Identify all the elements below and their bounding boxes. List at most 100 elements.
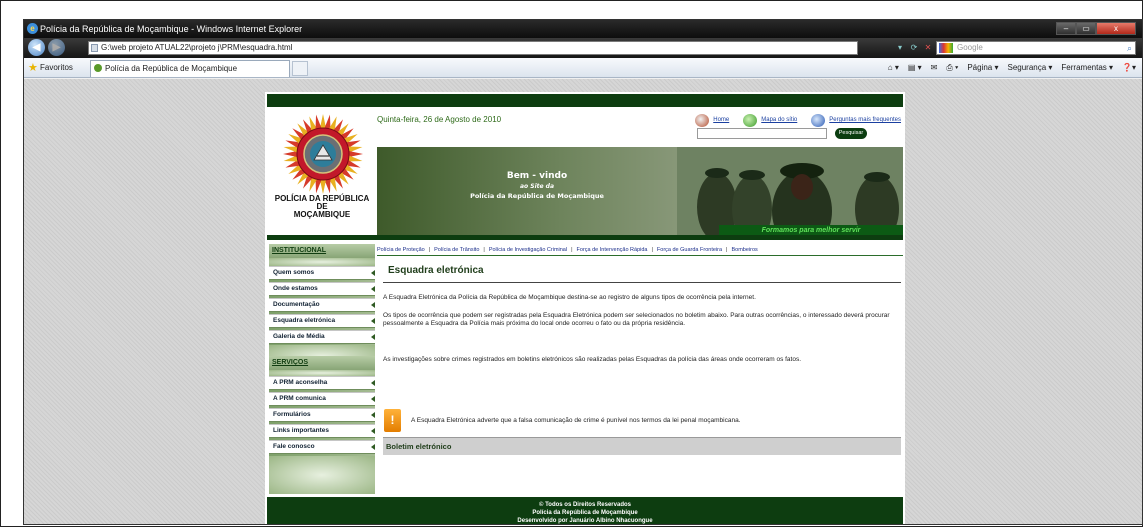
top-links: Home Mapa do sítio Perguntas mais freque…	[695, 113, 901, 127]
page-title: Esquadra eletrónica	[388, 265, 484, 276]
sidebar-item-onde-estamos[interactable]: Onde estamos	[269, 282, 375, 296]
stop-icon[interactable]: ✕	[922, 41, 934, 55]
favorites-button[interactable]: ★ Favoritos	[28, 61, 73, 75]
back-button[interactable]: ◀	[28, 39, 45, 56]
favorites-bar: ★ Favoritos Polícia da República de Moça…	[24, 58, 1142, 78]
home-link-label: Home	[713, 117, 730, 123]
main-content: Esquadra eletrónica A Esquadra Eletrónic…	[383, 262, 901, 492]
house-icon	[695, 113, 710, 127]
occurrence-paragraph: Os tipos de ocorrência que podem ser reg…	[383, 312, 890, 327]
page-icon	[91, 44, 98, 52]
window-titlebar: e Polícia da República de Moçambique - W…	[24, 20, 1142, 38]
footer-copyright: © Todos os Direitos Reservados	[538, 502, 631, 508]
mail-icon[interactable]: ✉	[931, 61, 938, 75]
nav-separator: |	[726, 247, 728, 253]
warning-icon: !	[384, 409, 401, 432]
warning-box: ! A Esquadra Eletrónica adverte que a fa…	[383, 409, 901, 433]
help-icon[interactable]: ❓▾	[1122, 61, 1136, 75]
dropdown-icon[interactable]: ▾	[894, 41, 906, 55]
top-strip	[267, 94, 903, 107]
faq-icon	[811, 113, 826, 127]
site-favicon	[94, 64, 102, 72]
close-button[interactable]: x	[1096, 22, 1136, 35]
footer-developer: Desenvolvido por Januário Albino Nhacuon…	[517, 518, 653, 524]
forward-button[interactable]: ▶	[48, 39, 65, 56]
prm-emblem-logo	[283, 114, 363, 194]
boletim-header[interactable]: Boletim eletrónico	[383, 437, 901, 455]
logo-title-line3: MOÇAMBIQUE	[293, 210, 351, 219]
sidebar-item-links-importantes[interactable]: Links importantes	[269, 424, 375, 438]
maximize-button[interactable]: ▭	[1076, 22, 1096, 35]
sidebar: INSTITUCIONAL Quem somos Onde estamos Do…	[269, 244, 375, 494]
search-button[interactable]: Pesquisar	[835, 128, 867, 139]
emblem-ray	[320, 180, 326, 194]
search-placeholder: Google	[957, 43, 983, 52]
page-footer: © Todos os Direitos Reservados Polícia d…	[267, 497, 903, 524]
page-viewport: POLÍCIA DA REPÚBLICA DE MOÇAMBIQUE Quint…	[24, 79, 1142, 524]
security-menu[interactable]: Segurança ▾	[1007, 61, 1052, 75]
sidebar-item-formularios[interactable]: Formulários	[269, 408, 375, 422]
intro-paragraph: A Esquadra Eletrónica da Polícia da Repú…	[383, 294, 756, 301]
sidebar-decoration	[269, 456, 375, 494]
tab-title: Polícia da República de Moçambique	[105, 64, 238, 73]
emblem-ray	[320, 114, 326, 128]
faq-link[interactable]: Perguntas mais frequentes	[811, 113, 901, 127]
nav-separator: |	[483, 247, 485, 253]
menu-strip	[267, 235, 903, 240]
sidebar-item-esquadra-eletronica[interactable]: Esquadra eletrónica	[269, 314, 375, 328]
address-toolbar: ◀ ▶ G:\web projeto ATUAL22\projeto j\PRM…	[24, 38, 1142, 58]
address-controls: ▾ ⟳ ✕	[894, 41, 934, 55]
logo-area: POLÍCIA DA REPÚBLICA DE MOÇAMBIQUE	[269, 110, 375, 234]
browser-tab[interactable]: Polícia da República de Moçambique	[90, 60, 290, 77]
search-box[interactable]: Google ⌕	[936, 41, 1136, 55]
page-menu[interactable]: Página ▾	[967, 61, 998, 75]
sidebar-item-galeria-de-media[interactable]: Galeria de Média	[269, 330, 375, 344]
header-info: Quinta-feira, 26 de Agosto de 2010 Home …	[377, 110, 903, 150]
welcome-text: Bem - vindo ao Site da Polícia da Repúbl…	[437, 171, 637, 200]
sidebar-item-documentacao[interactable]: Documentação	[269, 298, 375, 312]
sidebar-item-prm-aconselha[interactable]: A PRM aconselha	[269, 376, 375, 390]
sidebar-heading-servicos: SERVIÇOS	[269, 356, 375, 370]
nav-separator: |	[428, 247, 431, 253]
welcome-line3: Polícia da República de Moçambique	[470, 192, 604, 200]
refresh-icon[interactable]: ⟳	[908, 41, 920, 55]
sidebar-item-quem-somos[interactable]: Quem somos	[269, 266, 375, 280]
site-search-input[interactable]	[697, 128, 827, 139]
nav-link-guarda-fronteira[interactable]: Força de Guarda Fronteira	[657, 247, 722, 253]
minimize-button[interactable]: –	[1056, 22, 1076, 35]
print-icon[interactable]: ⎙ ▾	[946, 61, 958, 75]
address-bar[interactable]: G:\web projeto ATUAL22\projeto j\PRM\esq…	[88, 41, 858, 55]
home-link[interactable]: Home	[695, 113, 729, 127]
nav-link-bombeiros[interactable]: Bombeiros	[731, 247, 757, 253]
search-icon[interactable]: ⌕	[1127, 42, 1132, 54]
web-page: POLÍCIA DA REPÚBLICA DE MOÇAMBIQUE Quint…	[265, 92, 905, 524]
favorites-label: Favoritos	[40, 63, 73, 72]
top-navigation: Polícia de Proteção | Polícia de Trânsito |…	[377, 244, 903, 256]
logo-title: POLÍCIA DA REPÚBLICA DE MOÇAMBIQUE	[269, 195, 375, 219]
sidebar-item-fale-conosco[interactable]: Fale conosco	[269, 440, 375, 454]
sitemap-link[interactable]: Mapa do sítio	[743, 113, 797, 127]
home-icon[interactable]: ⌂ ▾	[888, 61, 899, 75]
emblem-ray	[349, 151, 363, 157]
welcome-greeting: Bem - vindo	[506, 171, 568, 181]
command-bar: ⌂ ▾ ▤ ▾ ✉ ⎙ ▾ Página ▾ Segurança ▾ Ferra…	[888, 61, 1136, 75]
nav-link-protecao[interactable]: Polícia de Proteção	[377, 247, 425, 253]
nav-link-transito[interactable]: Polícia de Trânsito	[434, 247, 479, 253]
welcome-line2: ao Site da	[519, 183, 554, 190]
current-date: Quinta-feira, 26 de Agosto de 2010	[377, 115, 502, 124]
sitemap-link-label: Mapa do sítio	[761, 117, 798, 123]
title-divider	[383, 282, 901, 283]
sidebar-decoration	[269, 258, 375, 266]
feeds-icon[interactable]: ▤ ▾	[908, 61, 922, 75]
faq-link-label: Perguntas mais frequentes	[829, 117, 901, 123]
nav-link-investigacao[interactable]: Polícia de Investigação Criminal	[489, 247, 567, 253]
tools-menu[interactable]: Ferramentas ▾	[1061, 61, 1113, 75]
sidebar-item-prm-comunica[interactable]: A PRM comunica	[269, 392, 375, 406]
new-tab-button[interactable]	[292, 61, 308, 76]
sidebar-heading-institucional: INSTITUCIONAL	[269, 244, 375, 258]
nav-separator: |	[571, 247, 573, 253]
footer-organization: Polícia da República de Moçambique	[532, 510, 638, 516]
sitemap-icon	[743, 113, 758, 127]
nav-link-intervencao[interactable]: Força de Intervenção Rápida	[577, 247, 648, 253]
investigation-paragraph: As investigações sobre crimes registrado…	[383, 356, 802, 363]
